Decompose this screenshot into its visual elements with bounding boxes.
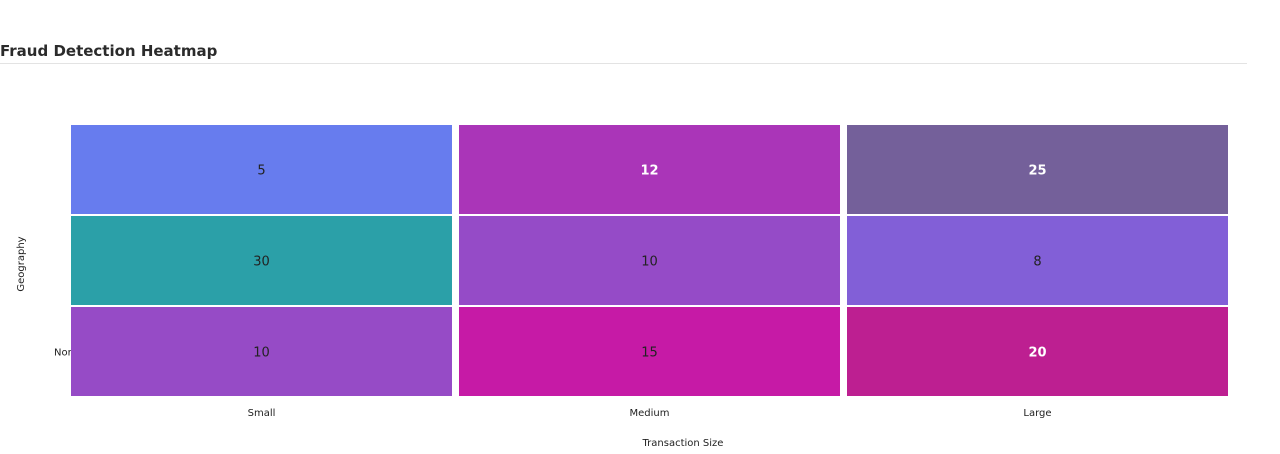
heatmap-cells: 5 12 25 30 10 8 10 15 20: [71, 125, 1228, 396]
chart-page: Fraud Detection Heatmap Nor 5 12 25 30 10 8 10 1…: [0, 0, 1280, 454]
cell-value-label: 12: [640, 164, 658, 179]
y-axis-label: Geography: [16, 236, 27, 291]
heatmap-plot: Nor 5 12 25 30 10 8 10 15 20 Small Medium Large Tra…: [16, 125, 1228, 449]
x-tick-label: Small: [248, 408, 276, 419]
cell-value-label: 10: [641, 255, 658, 270]
x-tick-label: Large: [1023, 408, 1051, 419]
cell-value-label: 25: [1028, 164, 1046, 179]
cell-value-label: 5: [257, 164, 265, 179]
x-axis-label: Transaction Size: [642, 438, 724, 449]
cell-value-label: 8: [1033, 255, 1041, 270]
cell-value-label: 10: [253, 346, 270, 361]
cell-value-label: 30: [253, 255, 270, 270]
y-tick-label: Nor: [54, 348, 73, 359]
cell-value-label: 15: [641, 346, 658, 361]
x-tick-label: Medium: [630, 408, 670, 419]
cell-value-label: 20: [1028, 346, 1046, 361]
x-axis-ticks: Small Medium Large: [248, 408, 1052, 419]
